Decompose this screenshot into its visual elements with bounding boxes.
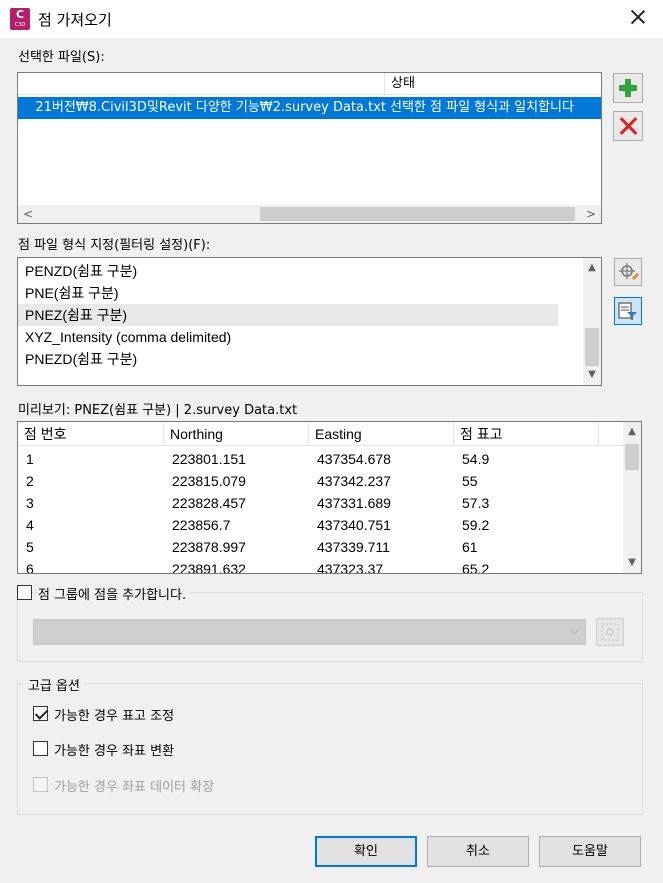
chevron-down-icon: ⌵ <box>570 624 579 637</box>
format-item[interactable]: PNEZD(쉼표 구분) <box>18 348 558 370</box>
column-header-easting[interactable]: Easting <box>309 422 454 446</box>
create-format-button[interactable] <box>614 258 642 286</box>
edit-format-button[interactable] <box>614 297 642 325</box>
format-item[interactable]: PENZD(쉼표 구분) <box>18 260 558 282</box>
selected-files-label: 선택한 파일(S): <box>18 50 105 65</box>
cell-northing: 223878.997 <box>172 539 246 555</box>
format-list[interactable]: PENZD(쉼표 구분) PNE(쉼표 구분) PNEZ(쉼표 구분) XYZ_… <box>17 257 602 386</box>
column-header-elevation[interactable]: 점 표고 <box>454 422 599 446</box>
files-list-header: 상태 <box>18 73 601 95</box>
pick-group-icon <box>601 623 619 641</box>
scrollbar-thumb[interactable] <box>260 207 575 221</box>
scrollbar-thumb[interactable] <box>585 328 599 366</box>
remove-icon <box>620 117 638 135</box>
add-to-group-checkbox[interactable] <box>17 585 32 600</box>
cell-northing: 223815.079 <box>172 473 246 489</box>
cancel-button[interactable]: 취소 <box>427 836 529 867</box>
cell-elevation: 61 <box>462 539 478 555</box>
table-row[interactable]: 5 223878.997 437339.711 61 <box>18 536 623 558</box>
scroll-right-icon[interactable]: > <box>584 207 598 221</box>
cell-elevation: 65.2 <box>462 561 490 574</box>
table-row[interactable]: 4 223856.7 437340.751 59.2 <box>18 514 623 536</box>
close-icon[interactable] <box>629 8 647 26</box>
remove-file-button[interactable] <box>613 111 643 141</box>
cell-point-number: 5 <box>26 539 34 555</box>
preview-table[interactable]: 점 번호 Northing Easting 점 표고 1 223801.151 … <box>17 421 642 574</box>
ok-button[interactable]: 확인 <box>315 836 417 867</box>
cell-easting: 437340.751 <box>317 517 391 533</box>
cell-point-number: 3 <box>26 495 34 511</box>
cell-point-number: 2 <box>26 473 34 489</box>
format-list-scrollbar[interactable]: ▲ ▼ <box>583 258 601 385</box>
format-item[interactable]: XYZ_Intensity (comma delimited) <box>18 326 558 348</box>
preview-label: 미리보기: PNEZ(쉼표 구분) | 2.survey Data.txt <box>18 403 298 418</box>
transform-coordinates-checkbox[interactable] <box>33 741 48 756</box>
transform-coordinates-label: 가능한 경우 좌표 변환 <box>54 744 175 759</box>
title-bar: C C3D 점 가져오기 <box>0 0 663 38</box>
format-label: 점 파일 형식 지정(필터링 설정)(F): <box>18 238 211 253</box>
cell-elevation: 55 <box>462 473 478 489</box>
cell-elevation: 59.2 <box>462 517 490 533</box>
new-format-icon <box>619 263 639 280</box>
format-item-selected[interactable]: PNEZ(쉼표 구분) <box>18 304 558 326</box>
column-header-point-number[interactable]: 점 번호 <box>18 422 164 446</box>
cell-point-number: 1 <box>26 451 34 467</box>
scroll-up-icon[interactable]: ▲ <box>625 425 639 439</box>
add-file-button[interactable] <box>613 73 643 103</box>
cell-easting: 437342.237 <box>317 473 391 489</box>
scroll-down-icon[interactable]: ▼ <box>585 368 599 382</box>
file-path: 21버전₩8.Civil3D및Revit 다양한 기능₩2.survey Dat… <box>35 100 386 115</box>
filter-settings-icon <box>618 302 637 320</box>
files-horizontal-scrollbar[interactable]: < > <box>18 205 601 223</box>
cell-northing: 223801.151 <box>172 451 246 467</box>
table-row[interactable]: 2 223815.079 437342.237 55 <box>18 470 623 492</box>
cell-elevation: 54.9 <box>462 451 490 467</box>
scrollbar-thumb[interactable] <box>625 444 639 470</box>
cell-northing: 223856.7 <box>172 517 231 533</box>
selected-files-list[interactable]: 상태 21버전₩8.Civil3D및Revit 다양한 기능₩2.survey … <box>17 72 602 224</box>
adjust-elevation-checkbox[interactable] <box>33 706 48 721</box>
plus-icon <box>619 79 637 97</box>
expand-coordinate-data-checkbox <box>33 777 48 792</box>
table-row[interactable]: 6 223891.632 437323.37 65.2 <box>18 558 623 574</box>
help-button[interactable]: 도움말 <box>539 836 641 867</box>
advanced-options-label: 고급 옵션 <box>24 675 84 694</box>
add-to-group-label: 점 그룹에 점을 추가합니다. <box>38 584 191 603</box>
window-title: 점 가져오기 <box>38 11 112 29</box>
file-row[interactable]: 21버전₩8.Civil3D및Revit 다양한 기능₩2.survey Dat… <box>18 97 601 119</box>
point-group-dropdown[interactable]: ⌵ <box>33 619 586 645</box>
scroll-left-icon[interactable]: < <box>21 207 35 221</box>
cell-elevation: 57.3 <box>462 495 490 511</box>
preview-scrollbar[interactable]: ▲ ▼ <box>623 422 641 573</box>
cell-point-number: 4 <box>26 517 34 533</box>
file-status: 선택한 점 파일 형식과 일치합니다 <box>390 100 574 115</box>
format-item[interactable]: PNE(쉼표 구분) <box>18 282 558 304</box>
cell-point-number: 6 <box>26 561 34 574</box>
cell-easting: 437323.37 <box>317 561 384 574</box>
cell-northing: 223891.632 <box>172 561 246 574</box>
scroll-up-icon[interactable]: ▲ <box>585 261 599 275</box>
table-row[interactable]: 3 223828.457 437331.689 57.3 <box>18 492 623 514</box>
select-point-group-button[interactable] <box>596 618 624 646</box>
scroll-down-icon[interactable]: ▼ <box>625 556 639 570</box>
preview-table-header: 점 번호 Northing Easting 점 표고 <box>18 422 623 446</box>
table-row[interactable]: 1 223801.151 437354.678 54.9 <box>18 448 623 470</box>
expand-coordinate-data-label: 가능한 경우 좌표 데이터 확장 <box>54 780 215 795</box>
column-header-northing[interactable]: Northing <box>164 422 309 446</box>
cell-easting: 437331.689 <box>317 495 391 511</box>
cell-easting: 437354.678 <box>317 451 391 467</box>
cell-easting: 437339.711 <box>317 539 390 555</box>
status-column-header[interactable]: 상태 <box>384 73 415 95</box>
civil3d-app-icon: C C3D <box>10 8 30 30</box>
cell-northing: 223828.457 <box>172 495 246 511</box>
adjust-elevation-label: 가능한 경우 표고 조정 <box>54 709 175 724</box>
